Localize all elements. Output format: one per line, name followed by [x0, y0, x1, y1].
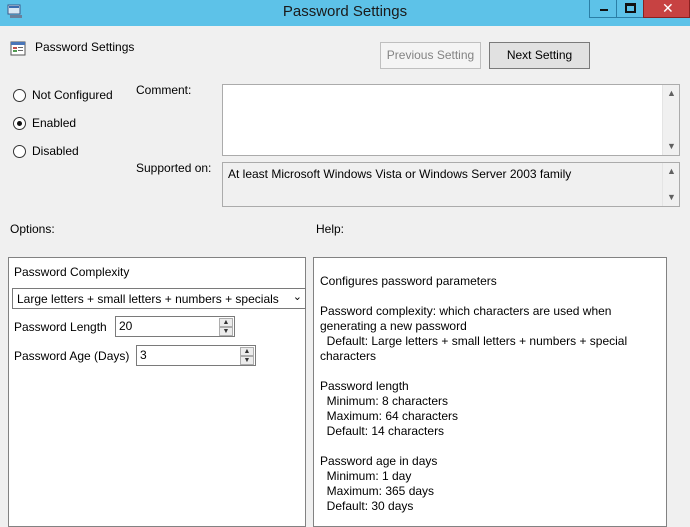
- complexity-selected-value: Large letters + small letters + numbers …: [17, 292, 279, 306]
- password-age-label: Password Age (Days): [14, 349, 130, 363]
- next-setting-button[interactable]: Next Setting: [489, 42, 590, 69]
- radio-disabled[interactable]: Disabled: [13, 143, 79, 159]
- radio-label: Not Configured: [32, 88, 113, 102]
- comment-field[interactable]: ▲ ▼: [222, 84, 680, 156]
- spin-up-icon[interactable]: ▲: [240, 347, 254, 356]
- help-line: Password age in days: [320, 454, 438, 468]
- help-line: Minimum: 8 characters: [320, 394, 449, 408]
- scroll-up-icon[interactable]: ▲: [663, 163, 680, 180]
- help-label: Help:: [316, 222, 345, 236]
- comment-label: Comment:: [136, 83, 192, 97]
- help-line: Password complexity: which characters ar…: [320, 304, 612, 318]
- spin-down-icon[interactable]: ▼: [219, 327, 233, 336]
- help-line: Maximum: 365 days: [320, 484, 435, 498]
- window-title: Password Settings: [282, 3, 408, 20]
- help-line: Maximum: 64 characters: [320, 409, 459, 423]
- radio-indicator: [13, 116, 26, 130]
- minimize-button[interactable]: [589, 0, 617, 18]
- help-panel[interactable]: Configures password parameters Password c…: [313, 257, 667, 527]
- help-line: Default: 14 characters: [320, 424, 445, 438]
- minimize-icon: [600, 9, 608, 11]
- maximize-icon: [625, 3, 636, 13]
- complexity-select[interactable]: Large letters + small letters + numbers …: [12, 288, 306, 309]
- help-line: generating a new password: [320, 319, 467, 333]
- maximize-button[interactable]: [616, 0, 644, 18]
- radio-indicator: [13, 144, 26, 158]
- spin-up-icon[interactable]: ▲: [219, 318, 233, 327]
- password-length-label: Password Length: [14, 320, 107, 334]
- supported-on-label: Supported on:: [136, 161, 212, 175]
- policy-icon: [10, 40, 27, 57]
- radio-not-configured[interactable]: Not Configured: [13, 87, 113, 103]
- radio-label: Enabled: [32, 116, 77, 130]
- help-line: Minimum: 1 day: [320, 469, 412, 483]
- supported-scrollbar[interactable]: ▲ ▼: [662, 163, 679, 206]
- help-line: characters: [320, 349, 377, 363]
- scroll-down-icon[interactable]: ▼: [663, 138, 680, 155]
- help-line: [320, 364, 662, 379]
- help-line: Password length: [320, 379, 409, 393]
- title-bar[interactable]: Password Settings ✕: [0, 0, 690, 26]
- radio-indicator: [13, 88, 26, 102]
- password-length-stepper[interactable]: ▲ ▼: [115, 316, 235, 337]
- comment-scrollbar[interactable]: ▲ ▼: [662, 85, 679, 155]
- help-line: Configures password parameters: [320, 274, 497, 288]
- options-label: Options:: [10, 222, 55, 236]
- password-length-input[interactable]: [118, 318, 208, 334]
- radio-enabled[interactable]: Enabled: [13, 115, 76, 131]
- help-line: Default: 30 days: [320, 499, 414, 513]
- supported-on-field: At least Microsoft Windows Vista or Wind…: [222, 162, 680, 207]
- help-line: Default: Large letters + small letters +…: [320, 334, 628, 348]
- spin-down-icon[interactable]: ▼: [240, 356, 254, 365]
- complexity-label: Password Complexity: [14, 265, 130, 279]
- scroll-down-icon[interactable]: ▼: [663, 189, 680, 206]
- help-line: [320, 439, 662, 454]
- close-icon: ✕: [662, 0, 674, 16]
- help-line: [320, 289, 662, 304]
- scroll-up-icon[interactable]: ▲: [663, 85, 680, 102]
- chevron-down-icon: ⌄: [292, 291, 302, 303]
- help-text: Configures password parameters Password c…: [320, 274, 662, 514]
- supported-on-value: At least Microsoft Windows Vista or Wind…: [228, 167, 572, 181]
- close-button[interactable]: ✕: [643, 0, 690, 18]
- password-age-stepper[interactable]: ▲ ▼: [136, 345, 256, 366]
- previous-setting-button[interactable]: Previous Setting: [380, 42, 481, 69]
- policy-name: Password Settings: [35, 40, 135, 54]
- options-panel: Password Complexity Large letters + smal…: [8, 257, 306, 527]
- radio-label: Disabled: [32, 144, 79, 158]
- password-age-input[interactable]: [139, 347, 229, 363]
